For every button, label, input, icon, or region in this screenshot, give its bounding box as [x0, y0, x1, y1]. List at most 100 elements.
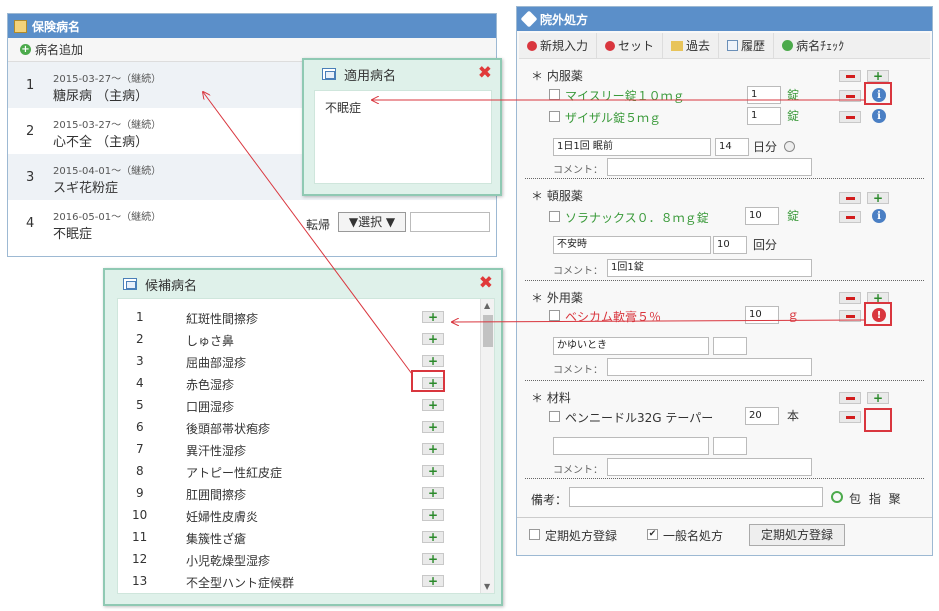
item-no: 2 [136, 332, 144, 346]
drug-checkbox[interactable] [549, 310, 560, 321]
unit-label: 錠 [787, 88, 800, 102]
times-input[interactable]: 10 [713, 236, 747, 254]
remove-drug-button[interactable] [839, 411, 861, 423]
item-no: 10 [132, 508, 148, 522]
remove-drug-button[interactable] [839, 90, 861, 102]
remove-section-button[interactable] [839, 392, 861, 404]
warning-icon[interactable]: ! [872, 308, 886, 322]
item-name: 集簇性ざ瘡 [186, 532, 247, 546]
teiki-register-button[interactable]: 定期処方登録 [749, 524, 845, 546]
item-no: 12 [132, 552, 148, 566]
tenki-date-input[interactable] [410, 212, 490, 232]
add-button[interactable]: + [422, 531, 444, 543]
drug-checkbox[interactable] [549, 111, 560, 122]
close-icon[interactable]: ✖ [478, 65, 492, 82]
ippan-check-label: 一般名処方 [663, 529, 724, 543]
quantity-input[interactable]: 10 [745, 306, 779, 324]
remove-drug-button[interactable] [839, 211, 861, 223]
add-drug-button[interactable]: + [867, 392, 889, 404]
quantity-input[interactable]: 1 [747, 86, 781, 104]
list-item: 10 妊婦性皮膚炎 + [118, 505, 478, 527]
ippan-checkbox[interactable]: ✔ [647, 529, 658, 540]
remove-drug-button[interactable] [839, 310, 861, 322]
row-date: 2015-04-01～（継続） [53, 166, 162, 177]
amount-input[interactable] [713, 337, 747, 355]
history-button[interactable]: 履歴 [719, 33, 775, 58]
add-drug-button[interactable]: + [867, 292, 889, 304]
remove-drug-button[interactable] [839, 111, 861, 123]
remove-section-button[interactable] [839, 70, 861, 82]
info-icon[interactable]: i [872, 88, 886, 102]
usage-input[interactable] [553, 437, 709, 455]
scroll-thumb[interactable] [483, 315, 493, 347]
drug-name[interactable]: ペンニードル32G テーパー [565, 409, 713, 426]
info-icon[interactable]: i [872, 109, 886, 123]
comment-input[interactable] [607, 158, 812, 176]
remove-section-button[interactable] [839, 192, 861, 204]
table-row[interactable]: 4 2016-05-01～（継続） 不眠症 転帰 ▼選択 ▼ [8, 200, 496, 246]
days-input[interactable]: 14 [715, 138, 749, 156]
add-button[interactable]: + [422, 575, 444, 587]
toolbar-label: 履歴 [741, 39, 766, 53]
add-button[interactable]: + [422, 443, 444, 455]
disease-check-button[interactable]: 病名ﾁｪｯｸ [774, 33, 852, 58]
set-button[interactable]: セット [597, 33, 664, 58]
toolbar-label: 新規入力 [540, 39, 589, 53]
new-entry-button[interactable]: 新規入力 [519, 33, 598, 58]
quantity-input[interactable]: 20 [745, 407, 779, 425]
drug-name[interactable]: ベシカム軟膏５％ [565, 308, 661, 325]
add-drug-button[interactable]: + [867, 70, 889, 82]
usage-input[interactable]: 1日1回 眠前 [553, 138, 711, 156]
add-button[interactable]: + [422, 421, 444, 433]
add-button[interactable]: + [422, 377, 444, 389]
teiki-checkbox[interactable] [529, 529, 540, 540]
past-button[interactable]: 過去 [663, 33, 720, 58]
scrollbar[interactable]: ▲ ▼ [480, 299, 494, 593]
list-item: 9 肛囲間擦疹 + [118, 483, 478, 505]
scroll-up-icon[interactable]: ▲ [484, 301, 490, 310]
add-disease-button[interactable]: 病名追加 [35, 41, 83, 58]
calc-icon[interactable] [784, 141, 795, 152]
quantity-input[interactable]: 10 [745, 207, 779, 225]
bikou-links[interactable]: 包 指 聚 [849, 490, 903, 507]
drug-checkbox[interactable] [549, 211, 560, 222]
add-button[interactable]: + [422, 553, 444, 565]
add-button[interactable]: + [422, 333, 444, 345]
list-item: 6 後頭部帯状疱疹 + [118, 417, 478, 439]
add-button[interactable]: + [422, 355, 444, 367]
add-button[interactable]: + [422, 487, 444, 499]
add-drug-button[interactable]: + [867, 192, 889, 204]
item-name: 妊婦性皮膚炎 [186, 510, 259, 524]
item-no: 3 [136, 354, 144, 368]
drug-checkbox[interactable] [549, 411, 560, 422]
tenki-select[interactable]: ▼選択 ▼ [338, 212, 406, 232]
list-icon [727, 40, 739, 51]
amount-input[interactable] [713, 437, 747, 455]
close-icon[interactable]: ✖ [479, 275, 493, 292]
comment-input[interactable] [607, 358, 812, 376]
drug-name[interactable]: マイスリー錠１０ｍｇ [565, 87, 685, 104]
drug-name[interactable]: ソラナックス０．８ｍｇ錠 [565, 209, 709, 226]
quantity-input[interactable]: 1 [747, 107, 781, 125]
search-icon[interactable] [831, 491, 843, 503]
comment-input[interactable]: 1回1錠 [607, 259, 812, 277]
bikou-input[interactable] [569, 487, 823, 507]
add-button[interactable]: + [422, 399, 444, 411]
drug-checkbox[interactable] [549, 89, 560, 100]
add-circle-icon: + [20, 44, 31, 55]
remove-section-button[interactable] [839, 292, 861, 304]
applied-disease-value[interactable]: 不眠症 [325, 99, 361, 116]
unit-label: ｇ [787, 308, 800, 322]
add-button[interactable]: + [422, 465, 444, 477]
drug-name[interactable]: ザイザル錠５ｍｇ [565, 109, 661, 126]
usage-input[interactable]: 不安時 [553, 236, 711, 254]
item-name: 異汗性湿疹 [186, 444, 247, 458]
add-button[interactable]: + [422, 311, 444, 323]
pill-icon [527, 40, 537, 51]
info-icon[interactable]: i [872, 209, 886, 223]
usage-input[interactable]: かゆいとき [553, 337, 709, 355]
comment-input[interactable] [607, 458, 812, 476]
add-button[interactable]: + [422, 509, 444, 521]
insurance-disease-header: 保険病名 [8, 14, 496, 38]
scroll-down-icon[interactable]: ▼ [484, 582, 490, 591]
